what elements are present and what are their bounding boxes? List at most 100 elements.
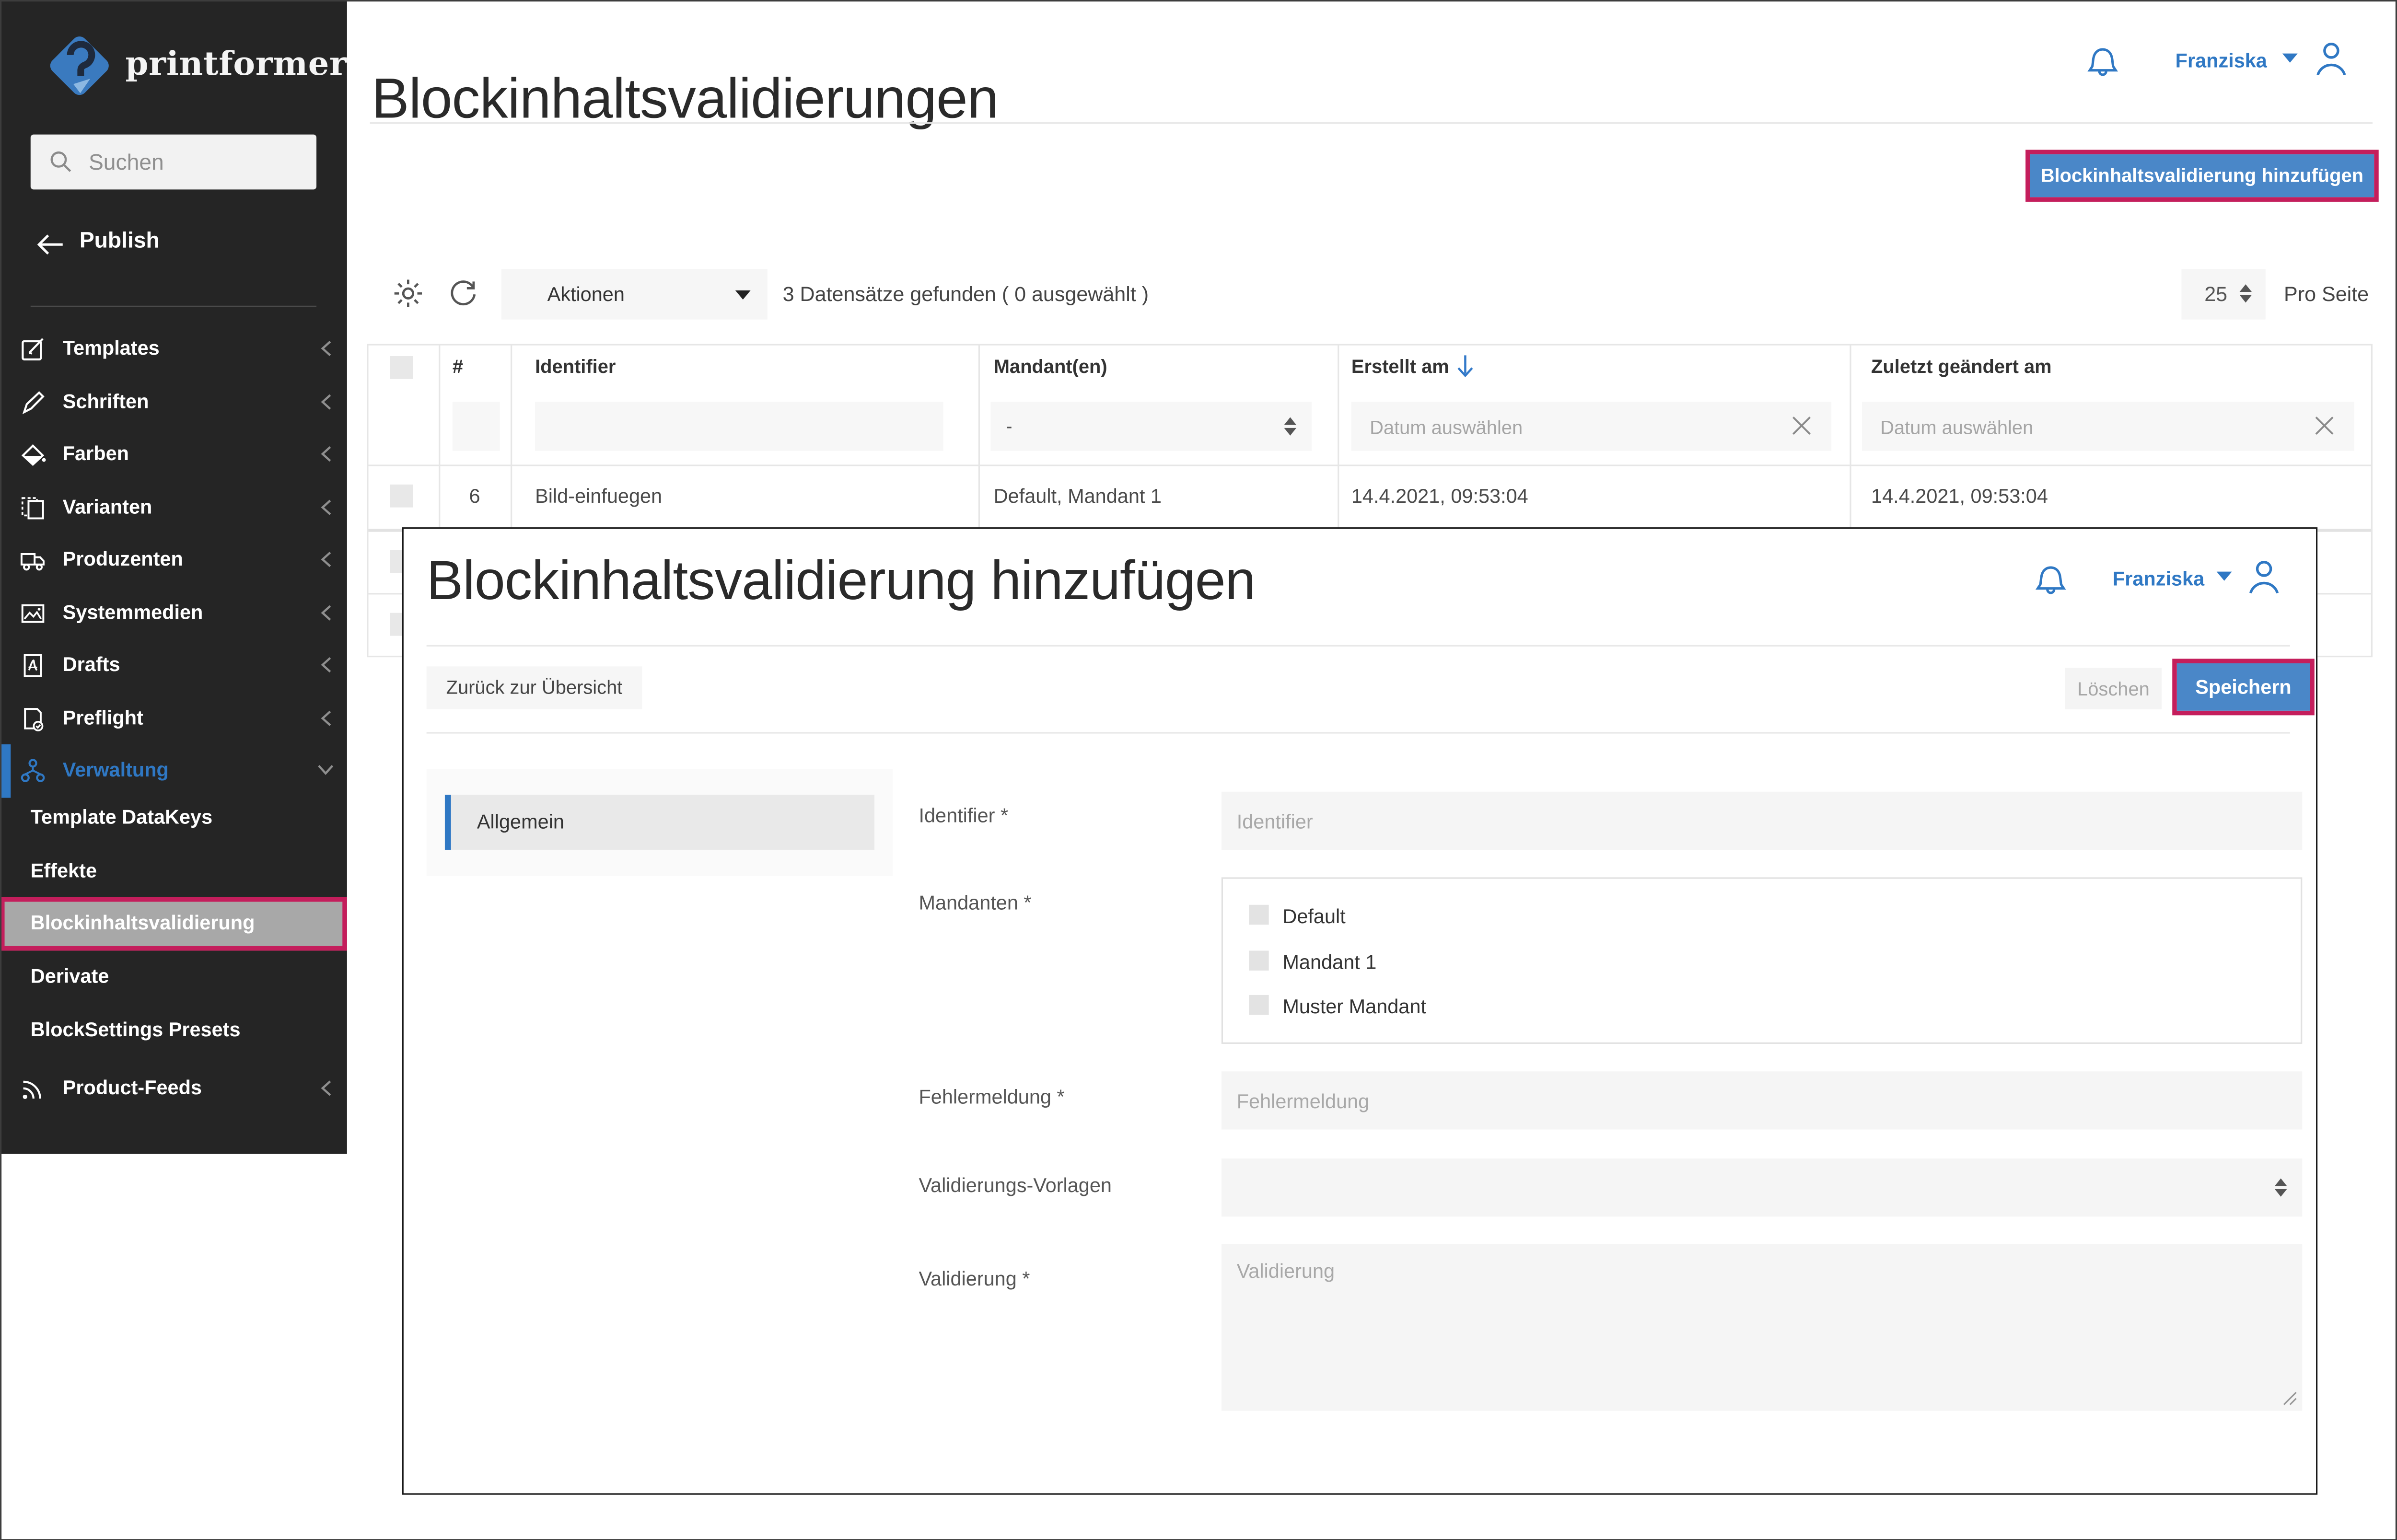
delete-button[interactable]: Löschen xyxy=(2065,668,2162,709)
resize-handle-icon[interactable] xyxy=(2282,1391,2298,1406)
chevron-left-icon xyxy=(321,446,331,462)
fehlermeldung-label: Fehlermeldung * xyxy=(919,1085,1065,1108)
sidebar-item-templates[interactable]: Templates xyxy=(0,323,347,375)
mandant-option[interactable]: Muster Mandant xyxy=(1223,987,2304,1027)
sidebar-item-label: Product-Feeds xyxy=(62,1075,202,1099)
sidebar-item-product-feeds[interactable]: Product-Feeds xyxy=(0,1062,347,1114)
fehlermeldung-input[interactable] xyxy=(1221,1071,2303,1130)
validierung-textarea[interactable] xyxy=(1221,1244,2303,1411)
search-icon xyxy=(50,151,71,172)
back-to-overview-button[interactable]: Zurück zur Übersicht xyxy=(426,666,642,709)
rss-feed-icon xyxy=(23,1080,41,1099)
actions-dropdown[interactable]: Aktionen xyxy=(501,269,768,320)
checkbox[interactable] xyxy=(1249,904,1269,925)
created-date-input[interactable] xyxy=(1366,402,1792,454)
sidebar-divider xyxy=(30,305,317,307)
modified-date-input[interactable] xyxy=(1877,402,2315,454)
user-avatar-icon[interactable] xyxy=(2311,38,2351,80)
vorlagen-select[interactable] xyxy=(1221,1158,2303,1217)
sidebar-item-label: Produzenten xyxy=(62,547,183,570)
mandant-option[interactable]: Mandant 1 xyxy=(1223,943,2304,983)
modal-divider xyxy=(426,732,2290,734)
search-input[interactable] xyxy=(85,134,312,193)
mandant-option[interactable]: Default xyxy=(1223,897,2304,937)
modified-date-filter[interactable] xyxy=(1862,402,2354,454)
sidebar-item-blocksettings-presets[interactable]: BlockSettings Presets xyxy=(0,1003,347,1056)
sidebar-item-drafts[interactable]: Drafts xyxy=(0,639,347,692)
user-menu-caret-icon[interactable] xyxy=(2282,53,2298,63)
sidebar-item-produzenten[interactable]: Produzenten xyxy=(0,533,347,586)
add-blockinhaltsvalidierung-modal: Blockinhaltsvalidierung hinzufügen Franz… xyxy=(402,527,2318,1495)
sidebar-item-schriften[interactable]: Schriften xyxy=(0,375,347,428)
sidebar-item-label: Systemmedien xyxy=(62,600,203,623)
arrow-left-icon xyxy=(37,234,63,255)
mandant-option-label: Muster Mandant xyxy=(1282,995,1426,1018)
tab-allgemein[interactable]: Allgemein xyxy=(444,795,874,850)
column-header-erstellt-am[interactable]: Erstellt am xyxy=(1351,343,1449,391)
mandant-filter-value: - xyxy=(1006,416,1012,437)
mandanten-label: Mandanten * xyxy=(919,891,1032,914)
page-title: Blockinhaltsvalidierungen xyxy=(371,67,999,130)
user-name[interactable]: Franziska xyxy=(2113,567,2204,590)
refresh-icon[interactable] xyxy=(446,277,480,310)
chevron-left-icon xyxy=(321,710,331,726)
identifier-field xyxy=(1221,791,2303,850)
org-chart-icon xyxy=(21,759,45,782)
stepper-icon xyxy=(1284,417,1297,436)
created-date-filter[interactable] xyxy=(1351,402,1832,454)
sort-descending-icon[interactable] xyxy=(1455,353,1475,379)
page-size-select[interactable]: 25 xyxy=(2181,269,2266,320)
modal-title: Blockinhaltsvalidierung hinzufügen xyxy=(426,548,1256,612)
checkbox[interactable] xyxy=(1249,950,1269,971)
cell-modified: 14.4.2021, 09:53:04 xyxy=(1871,484,2048,508)
identifier-filter xyxy=(535,402,943,454)
user-menu-caret-icon[interactable] xyxy=(2216,571,2232,581)
sidebar-item-systemmedien[interactable]: Systemmedien xyxy=(0,586,347,639)
result-count-text: 3 Datensätze gefunden ( 0 ausgewählt ) xyxy=(782,282,1149,306)
select-all-checkbox[interactable] xyxy=(390,356,413,379)
paint-bucket-icon xyxy=(21,444,46,466)
row-checkbox[interactable] xyxy=(390,484,413,508)
header-divider xyxy=(370,122,2373,124)
identifier-input[interactable] xyxy=(1221,791,2303,850)
sidebar-item-varianten[interactable]: Varianten xyxy=(0,481,347,533)
validierung-field xyxy=(1221,1244,2303,1411)
add-button-highlight: Blockinhaltsvalidierung hinzufügen xyxy=(2025,150,2379,202)
mandant-filter-select[interactable]: - xyxy=(990,402,1312,451)
per-page-label: Pro Seite xyxy=(2284,282,2369,306)
user-name[interactable]: Franziska xyxy=(2176,49,2267,72)
actions-dropdown-label: Aktionen xyxy=(547,282,625,306)
user-avatar-icon[interactable] xyxy=(2244,556,2284,598)
num-filter-cell xyxy=(452,402,500,451)
modal-tab-panel: Allgemein xyxy=(426,768,893,876)
sidebar-search xyxy=(30,134,317,193)
column-header-num[interactable]: # xyxy=(453,343,463,391)
sidebar-item-preflight[interactable]: Preflight xyxy=(0,692,347,744)
add-blockinhaltsvalidierung-button[interactable]: Blockinhaltsvalidierung hinzufügen xyxy=(2030,154,2374,197)
sidebar-item-farben[interactable]: Farben xyxy=(0,428,347,481)
clear-filter-x-icon[interactable] xyxy=(1790,414,1813,437)
column-header-mandanten[interactable]: Mandant(en) xyxy=(994,343,1107,391)
sidebar-item-effekte[interactable]: Effekte xyxy=(0,845,347,897)
notifications-bell-icon[interactable] xyxy=(2033,558,2068,598)
notifications-bell-icon[interactable] xyxy=(2085,40,2120,80)
mandant-option-label: Default xyxy=(1282,904,1346,928)
sidebar-item-template-datakeys[interactable]: Template DataKeys xyxy=(0,791,347,844)
sidebar-item-verwaltung[interactable]: Verwaltung xyxy=(0,744,347,797)
settings-gear-icon[interactable] xyxy=(391,277,425,310)
save-button[interactable]: Speichern xyxy=(2176,663,2310,711)
sidebar-item-label: Schriften xyxy=(62,389,149,412)
dropdown-caret-icon xyxy=(735,290,751,300)
column-header-identifier[interactable]: Identifier xyxy=(535,343,616,391)
sidebar-item-label: Farben xyxy=(62,441,129,465)
sidebar-item-derivate[interactable]: Derivate xyxy=(0,950,347,1003)
sidebar-item-blockinhaltsvalidierung-active[interactable]: Blockinhaltsvalidierung xyxy=(0,897,347,950)
screenshot: printformer Publish Templates xyxy=(0,0,2397,1540)
sidebar-back-publish[interactable]: Publish xyxy=(0,221,347,267)
clear-filter-x-icon[interactable] xyxy=(2313,414,2336,437)
identifier-filter-input[interactable] xyxy=(550,402,904,454)
checkbox[interactable] xyxy=(1249,995,1269,1015)
cell-created: 14.4.2021, 09:53:04 xyxy=(1351,484,1528,508)
sidebar-item-label: Preflight xyxy=(62,705,143,729)
column-header-geaendert-am[interactable]: Zuletzt geändert am xyxy=(1871,343,2052,391)
